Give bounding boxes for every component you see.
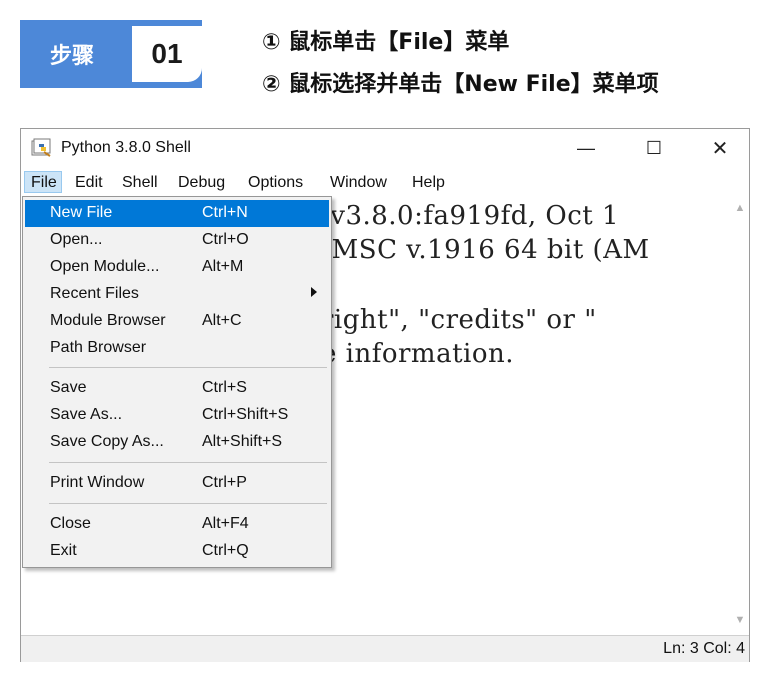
instruction-1: ① 鼠标单击【File】菜单 bbox=[262, 30, 510, 55]
step-label: 步骤 bbox=[20, 20, 124, 88]
menu-item-save-copy-as[interactable]: Save Copy As... Alt+Shift+S bbox=[25, 429, 329, 456]
menu-item-label: Open Module... bbox=[50, 258, 160, 275]
step-number: 01 bbox=[132, 26, 202, 82]
status-bar: Ln: 3 Col: 4 bbox=[21, 635, 749, 662]
menu-item-label: Module Browser bbox=[50, 312, 166, 329]
menu-shell[interactable]: Shell bbox=[122, 172, 158, 194]
menu-item-label: Open... bbox=[50, 231, 103, 248]
menu-help[interactable]: Help bbox=[412, 172, 445, 194]
menu-item-label: Save Copy As... bbox=[50, 433, 164, 450]
scroll-down-icon[interactable]: ▼ bbox=[731, 611, 749, 629]
menu-item-shortcut: Ctrl+Shift+S bbox=[202, 406, 289, 423]
menu-item-shortcut: Alt+C bbox=[202, 312, 242, 329]
file-menu-dropdown: New File Ctrl+N Open... Ctrl+O Open Modu… bbox=[22, 196, 332, 568]
menu-item-label: Path Browser bbox=[50, 339, 147, 356]
menu-bar: File Edit Shell Debug Options Window Hel… bbox=[21, 169, 749, 195]
menu-item-shortcut: Ctrl+S bbox=[202, 379, 247, 396]
menu-item-shortcut: Ctrl+O bbox=[202, 231, 249, 248]
minimize-button[interactable]: — bbox=[563, 129, 609, 167]
submenu-arrow-icon bbox=[311, 287, 317, 297]
menu-item-close[interactable]: Close Alt+F4 bbox=[25, 511, 329, 538]
window-title: Python 3.8.0 Shell bbox=[61, 139, 191, 156]
menu-item-shortcut: Ctrl+P bbox=[202, 474, 247, 491]
instruction-2: ② 鼠标选择并单击【New File】菜单项 bbox=[262, 72, 659, 97]
menu-item-path-browser[interactable]: Path Browser bbox=[25, 335, 329, 362]
menu-item-save-as[interactable]: Save As... Ctrl+Shift+S bbox=[25, 402, 329, 429]
menu-item-open[interactable]: Open... Ctrl+O bbox=[25, 227, 329, 254]
menu-item-label: Save As... bbox=[50, 406, 123, 423]
menu-item-save[interactable]: Save Ctrl+S bbox=[25, 375, 329, 402]
shell-line: e information. bbox=[321, 339, 514, 369]
menu-item-new-file[interactable]: New File Ctrl+N bbox=[25, 200, 329, 227]
menu-file[interactable]: File bbox=[24, 171, 62, 193]
menu-item-shortcut: Alt+M bbox=[202, 258, 244, 275]
menu-item-shortcut: Alt+F4 bbox=[202, 515, 249, 532]
menu-edit[interactable]: Edit bbox=[75, 172, 103, 194]
menu-options[interactable]: Options bbox=[248, 172, 303, 194]
title-bar[interactable]: Python 3.8.0 Shell — ☐ ✕ bbox=[21, 129, 749, 167]
menu-separator bbox=[49, 503, 327, 504]
menu-item-label: Exit bbox=[50, 542, 77, 559]
shell-line: /v3.8.0:fa919fd, Oct 1 bbox=[321, 201, 620, 231]
menu-item-label: Print Window bbox=[50, 474, 145, 491]
shell-line: [MSC v.1916 64 bit (AM bbox=[321, 235, 650, 265]
menu-item-label: New File bbox=[50, 204, 113, 221]
python-idle-icon bbox=[31, 138, 53, 158]
close-button[interactable]: ✕ bbox=[697, 129, 743, 167]
menu-item-exit[interactable]: Exit Ctrl+Q bbox=[25, 538, 329, 565]
menu-item-print-window[interactable]: Print Window Ctrl+P bbox=[25, 470, 329, 497]
scroll-up-icon[interactable]: ▲ bbox=[731, 199, 749, 217]
menu-item-open-module[interactable]: Open Module... Alt+M bbox=[25, 254, 329, 281]
maximize-button[interactable]: ☐ bbox=[631, 129, 677, 167]
menu-item-module-browser[interactable]: Module Browser Alt+C bbox=[25, 308, 329, 335]
cursor-position: Ln: 3 Col: 4 bbox=[663, 640, 745, 657]
menu-window[interactable]: Window bbox=[330, 172, 387, 194]
menu-item-shortcut: Ctrl+N bbox=[202, 204, 248, 221]
menu-separator bbox=[49, 367, 327, 368]
menu-item-recent-files[interactable]: Recent Files bbox=[25, 281, 329, 308]
step-badge: 步骤 01 bbox=[20, 20, 202, 88]
menu-item-label: Close bbox=[50, 515, 91, 532]
vertical-scrollbar[interactable]: ▲ ▼ bbox=[731, 195, 749, 635]
menu-item-shortcut: Ctrl+Q bbox=[202, 542, 249, 559]
menu-item-label: Save bbox=[50, 379, 87, 396]
menu-separator bbox=[49, 462, 327, 463]
shell-line: right", "credits" or " bbox=[321, 305, 597, 335]
menu-item-shortcut: Alt+Shift+S bbox=[202, 433, 283, 450]
menu-item-label: Recent Files bbox=[50, 285, 139, 302]
menu-debug[interactable]: Debug bbox=[178, 172, 225, 194]
